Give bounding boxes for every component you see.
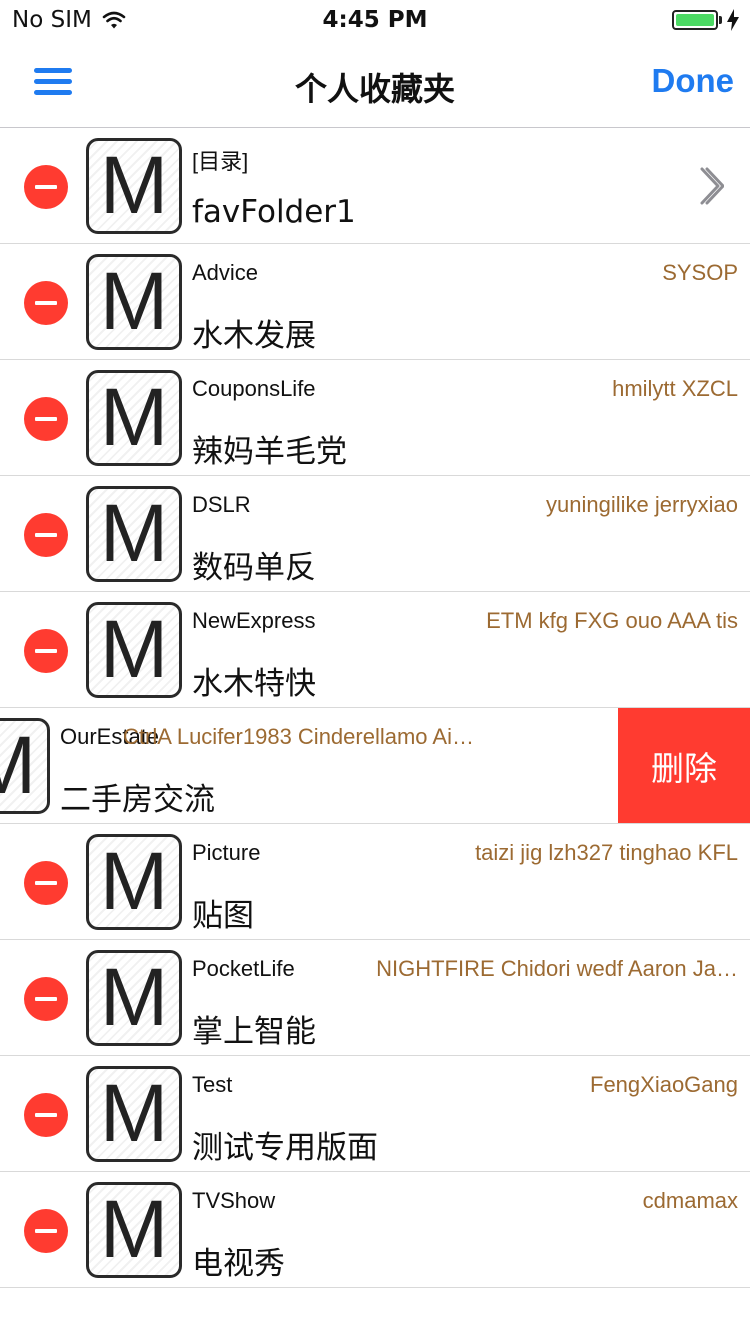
board-moderators: FengXiaoGang bbox=[590, 1072, 738, 1097]
board-title: 辣妈羊毛党 bbox=[192, 434, 347, 470]
board-name: [目录] bbox=[192, 149, 249, 174]
delete-toggle-button[interactable] bbox=[24, 977, 68, 1021]
board-title: 水木发展 bbox=[192, 318, 316, 354]
board-moderators: yuningilike jerryxiao bbox=[546, 492, 738, 517]
board-name: Advice bbox=[192, 260, 259, 285]
list-item[interactable]: M Advice 水木发展 SYSOP bbox=[0, 244, 750, 360]
delete-toggle-button[interactable] bbox=[24, 513, 68, 557]
list-item[interactable]: M NewExpress 水木特快 ETM kfg FXG ouo AAA ti… bbox=[0, 592, 750, 708]
delete-toggle-button[interactable] bbox=[24, 397, 68, 441]
board-icon: M bbox=[0, 718, 50, 814]
list-item[interactable]: M TVShow 电视秀 cdmamax bbox=[0, 1172, 750, 1288]
delete-toggle-button[interactable] bbox=[24, 861, 68, 905]
list-item[interactable]: M CouponsLife 辣妈羊毛党 hmilytt XZCL bbox=[0, 360, 750, 476]
list-item[interactable]: M DSLR 数码单反 yuningilike jerryxiao bbox=[0, 476, 750, 592]
board-title: 水木特快 bbox=[192, 666, 316, 702]
status-bar: No SIM 4:45 PM bbox=[0, 0, 750, 40]
board-icon: M bbox=[86, 1066, 182, 1162]
status-time: 4:45 PM bbox=[322, 7, 428, 33]
board-title: 二手房交流 bbox=[60, 782, 215, 818]
board-moderators: ETM kfg FXG ouo AAA tis bbox=[486, 608, 738, 633]
board-icon: M bbox=[86, 834, 182, 930]
board-name: CouponsLife bbox=[192, 376, 316, 401]
favorites-list: M [目录] favFolder1 M Advice 水木发展 SYSOP M … bbox=[0, 128, 750, 1288]
board-icon: M bbox=[86, 254, 182, 350]
list-item[interactable]: M Test 测试专用版面 FengXiaoGang bbox=[0, 1056, 750, 1172]
board-name: Picture bbox=[192, 840, 261, 865]
board-moderators: hmilytt XZCL bbox=[612, 376, 738, 401]
board-title: 贴图 bbox=[192, 898, 254, 934]
delete-button[interactable]: 删除 bbox=[618, 708, 750, 823]
board-icon: M bbox=[86, 486, 182, 582]
board-name: PocketLife bbox=[192, 956, 295, 981]
board-moderators: SYSOP bbox=[662, 260, 738, 285]
board-icon: M bbox=[86, 950, 182, 1046]
board-name: NewExpress bbox=[192, 608, 316, 633]
battery-icon bbox=[672, 10, 718, 30]
board-title: 数码单反 bbox=[192, 550, 316, 586]
page-title: 个人收藏夹 bbox=[294, 70, 455, 108]
hamburger-menu-icon[interactable] bbox=[34, 68, 72, 96]
board-title: 掌上智能 bbox=[192, 1014, 316, 1050]
board-title: favFolder1 bbox=[192, 194, 356, 230]
board-name: DSLR bbox=[192, 492, 251, 517]
delete-toggle-button[interactable] bbox=[24, 1209, 68, 1253]
navigation-bar: 个人收藏夹 Done bbox=[0, 40, 750, 128]
delete-toggle-button[interactable] bbox=[24, 281, 68, 325]
board-name: Test bbox=[192, 1072, 233, 1097]
battery-fill bbox=[676, 14, 714, 26]
board-moderators: taizi jig lzh327 tinghao KFL bbox=[475, 840, 738, 865]
chevron-right-icon[interactable] bbox=[696, 166, 724, 206]
delete-toggle-button[interactable] bbox=[24, 165, 68, 209]
list-item[interactable]: M PocketLife 掌上智能 NIGHTFIRE Chidori wedf… bbox=[0, 940, 750, 1056]
board-moderators: cdmamax bbox=[642, 1188, 738, 1213]
board-title: 电视秀 bbox=[192, 1246, 285, 1282]
delete-toggle-button[interactable] bbox=[24, 1093, 68, 1137]
board-moderators: CtrlA Lucifer1983 Cinderellamo Ai… bbox=[123, 724, 474, 749]
done-button[interactable]: Done bbox=[652, 62, 735, 100]
list-item[interactable]: M Picture 贴图 taizi jig lzh327 tinghao KF… bbox=[0, 824, 750, 940]
charging-bolt-icon bbox=[727, 9, 739, 31]
board-moderators: NIGHTFIRE Chidori wedf Aaron Ja… bbox=[376, 956, 738, 981]
list-item-folder[interactable]: M [目录] favFolder1 bbox=[0, 128, 750, 244]
delete-toggle-button[interactable] bbox=[24, 629, 68, 673]
board-icon: M bbox=[86, 370, 182, 466]
board-name: TVShow bbox=[192, 1188, 276, 1213]
battery-tip bbox=[719, 16, 722, 24]
board-icon: M bbox=[86, 1182, 182, 1278]
list-item-swiped[interactable]: M OurEstate 二手房交流 CtrlA Lucifer1983 Cind… bbox=[0, 708, 750, 824]
board-icon: M bbox=[86, 138, 182, 234]
board-title: 测试专用版面 bbox=[192, 1130, 378, 1166]
board-icon: M bbox=[86, 602, 182, 698]
